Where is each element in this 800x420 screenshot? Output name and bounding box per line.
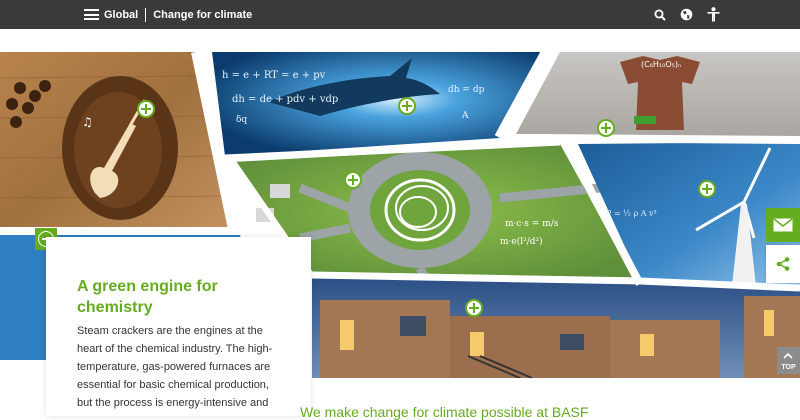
svg-text:dh = de + pdv + vdp: dh = de + pdv + vdp	[232, 94, 338, 105]
houses-tile[interactable]	[312, 276, 800, 378]
brand: Global Change for climate	[84, 0, 252, 29]
email-button[interactable]	[766, 208, 800, 242]
expand-coffee-button[interactable]	[137, 100, 155, 118]
header-icons	[654, 0, 720, 29]
cellulose-formula: (C₆H₁₀O₅)ₙ	[641, 60, 681, 69]
svg-text:P = ½ ρ A v³: P = ½ ρ A v³	[606, 209, 657, 218]
search-icon[interactable]	[654, 9, 666, 21]
svg-text:m·c·s = m/s: m·c·s = m/s	[505, 219, 559, 229]
expand-houses-button[interactable]	[465, 299, 483, 317]
site-title-link[interactable]: Change for climate	[153, 9, 252, 21]
brand-divider	[145, 7, 147, 22]
svg-text:dh = dp: dh = dp	[448, 85, 485, 95]
expand-shirt-button[interactable]	[597, 119, 615, 137]
back-to-top-label: TOP	[781, 364, 796, 371]
person-icon[interactable]	[707, 7, 720, 22]
globe-icon[interactable]	[680, 8, 693, 21]
header-bar: Global Change for climate	[0, 0, 800, 29]
mail-icon	[773, 218, 793, 232]
share-button[interactable]	[766, 245, 800, 283]
back-to-top-button[interactable]: TOP	[777, 347, 800, 374]
info-card: A green engine for chemistry Steam crack…	[46, 237, 311, 416]
card-title: A green engine for chemistry	[77, 278, 218, 316]
chevron-up-icon	[783, 352, 793, 359]
expand-roundabout-button[interactable]	[344, 171, 362, 189]
menu-icon[interactable]	[84, 9, 99, 20]
card-body: Steam crackers are the engines at the he…	[77, 325, 273, 409]
svg-text:♫: ♫	[82, 115, 93, 129]
expand-shark-button[interactable]	[398, 97, 416, 115]
svg-text:δq: δq	[236, 115, 247, 125]
section-teaser: We make change for climate possible at B…	[300, 404, 589, 420]
share-icon	[776, 257, 790, 271]
svg-text:m·e(l²/d²): m·e(l²/d²)	[500, 236, 543, 247]
svg-text:A: A	[461, 111, 469, 121]
svg-text:h = e + RT = e + pv: h = e + RT = e + pv	[222, 70, 326, 81]
shark-formula-tile[interactable]: h = e + RT = e + pv dh = de + pdv + vdp …	[212, 52, 547, 156]
brand-global-link[interactable]: Global	[104, 9, 138, 21]
shirt-tile[interactable]: (C₆H₁₀O₅)ₙ	[516, 52, 800, 138]
expand-turbine-button[interactable]	[698, 180, 716, 198]
